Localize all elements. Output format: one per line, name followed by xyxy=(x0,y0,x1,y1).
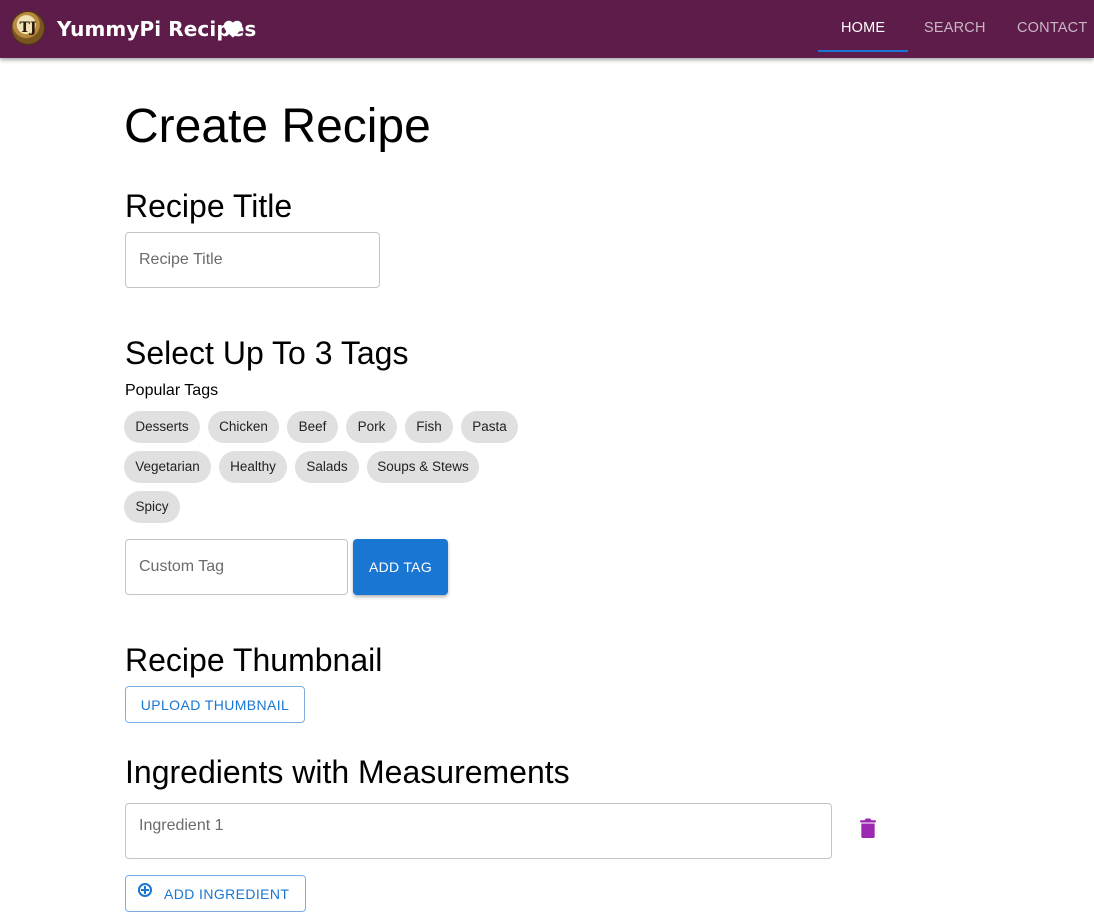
recipe-title-field[interactable] xyxy=(125,232,380,288)
tag-chip-spicy[interactable]: Spicy xyxy=(124,491,180,523)
nav-home[interactable]: HOME xyxy=(841,20,885,36)
tag-chip-salads[interactable]: Salads xyxy=(295,451,359,483)
app-bar: TJ YummyPi Recipes HOME SEARCH CONTACT xyxy=(0,0,1094,58)
delete-icon[interactable] xyxy=(860,818,876,838)
tag-chip-beef[interactable]: Beef xyxy=(287,411,338,443)
nav-search[interactable]: SEARCH xyxy=(924,20,986,36)
tag-chip-fish[interactable]: Fish xyxy=(405,411,453,443)
tag-chip-vegetarian[interactable]: Vegetarian xyxy=(124,451,211,483)
ingredient-input[interactable] xyxy=(139,814,703,838)
tag-chip-healthy[interactable]: Healthy xyxy=(219,451,287,483)
active-tab-indicator xyxy=(818,50,908,52)
tag-chip-desserts[interactable]: Desserts xyxy=(124,411,200,443)
nav-contact[interactable]: CONTACT xyxy=(1017,20,1087,36)
custom-tag-input[interactable] xyxy=(139,540,316,594)
tags-heading: Select Up To 3 Tags xyxy=(125,335,409,371)
recipe-title-heading: Recipe Title xyxy=(125,188,293,224)
heart-icon xyxy=(223,20,243,38)
add-ingredient-button[interactable]: ADD INGREDIENT xyxy=(125,875,306,912)
custom-tag-field[interactable] xyxy=(125,539,348,595)
recipe-title-input[interactable] xyxy=(139,233,342,287)
tag-chip-chicken[interactable]: Chicken xyxy=(208,411,279,443)
thumbnail-heading: Recipe Thumbnail xyxy=(125,642,383,678)
logo-text: TJ xyxy=(19,20,37,36)
tag-chip-pasta[interactable]: Pasta xyxy=(461,411,518,443)
tag-chip-soups-stews[interactable]: Soups & Stews xyxy=(367,451,479,483)
page-title: Create Recipe xyxy=(124,100,431,153)
tag-chip-pork[interactable]: Pork xyxy=(346,411,397,443)
logo-icon[interactable]: TJ xyxy=(11,11,45,45)
upload-thumbnail-button[interactable]: UPLOAD THUMBNAIL xyxy=(125,686,305,723)
ingredient-field[interactable] xyxy=(125,803,832,859)
ingredients-heading: Ingredients with Measurements xyxy=(125,754,570,790)
add-tag-button[interactable]: ADD TAG xyxy=(353,539,448,595)
popular-tags-label: Popular Tags xyxy=(125,382,219,399)
